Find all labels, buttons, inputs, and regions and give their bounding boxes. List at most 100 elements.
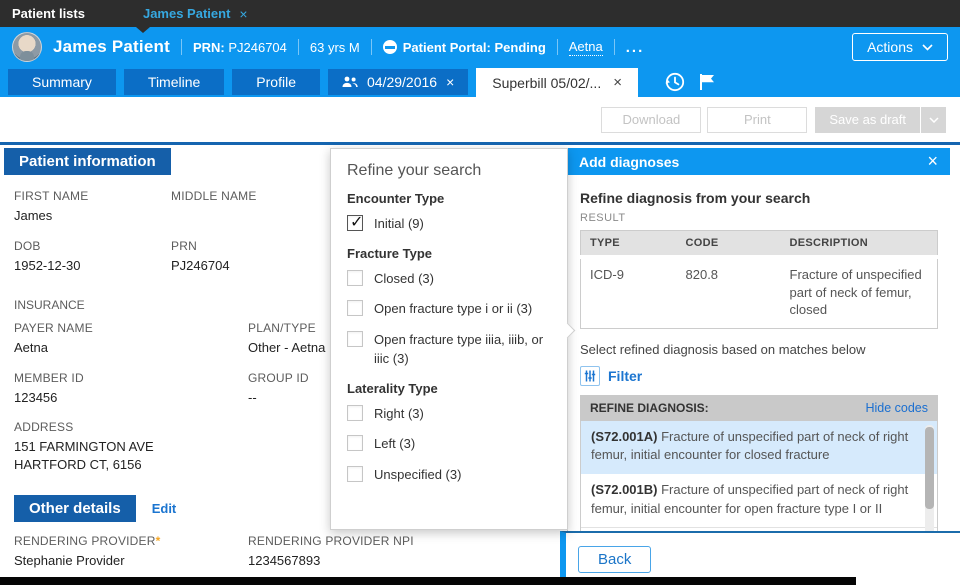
top-tab-bar: Patient lists James Patient × (0, 0, 960, 33)
patient-name: James Patient (53, 37, 170, 56)
tab-superbill-active[interactable]: Superbill 05/02/... × (476, 68, 638, 97)
checkbox[interactable] (347, 300, 363, 316)
active-tab-notch (136, 27, 150, 33)
save-as-draft-group: Save as draft (815, 106, 946, 133)
close-icon[interactable]: × (239, 6, 247, 22)
checkbox-row-right[interactable]: Right (3) (347, 404, 551, 424)
checkbox[interactable] (347, 269, 363, 286)
field-dob: DOB 1952-12-30 (14, 239, 171, 275)
flag-icon (699, 74, 714, 90)
patient-tab-row: Summary Timeline Profile 04/29/2016 × Su… (0, 67, 960, 97)
field-value: James (14, 208, 53, 223)
checkbox-row-open-i-ii[interactable]: Open fracture type i or ii (3) (347, 300, 551, 319)
scrollbar-track[interactable] (925, 424, 934, 531)
divider (180, 39, 182, 55)
checkbox-row-closed[interactable]: Closed (3) (347, 269, 551, 289)
chevron-down-icon (928, 116, 939, 123)
diagnosis-list-item[interactable]: (S72.001A) Fracture of unspecified part … (581, 420, 937, 475)
checkbox-row-unspecified[interactable]: Unspecified (3) (347, 465, 551, 485)
diagnosis-code: (S72.001B) (591, 482, 658, 498)
field-label: DOB (14, 238, 41, 253)
field-payer-name: PAYER NAME Aetna (14, 321, 248, 357)
add-diagnoses-body: Refine diagnosis from your search RESULT… (567, 175, 950, 531)
portal-status-text: Patient Portal: Pending (402, 39, 546, 55)
result-code: 820.8 (685, 267, 719, 282)
tab-timeline[interactable]: Timeline (123, 69, 225, 95)
app-window: Patient lists James Patient × James Pati… (0, 0, 960, 585)
superbill-label: Superbill 05/02/... (492, 74, 602, 91)
field-value: 123456 (14, 389, 58, 405)
col-header-description: DESCRIPTION (780, 230, 938, 259)
checkbox[interactable] (347, 465, 363, 482)
address-line-1: 151 FARMINGTON AVE (14, 439, 154, 455)
patient-lists-link[interactable]: Patient lists (12, 6, 85, 21)
print-button[interactable]: Print (707, 106, 808, 133)
result-type: ICD-9 (590, 267, 624, 282)
diagnosis-list-item[interactable]: (S72.001B) Fracture of unspecified part … (581, 474, 937, 529)
field-value: 1952-12-30 (14, 257, 81, 273)
history-icon (665, 72, 685, 92)
tab-summary[interactable]: Summary (8, 69, 116, 95)
save-options-caret[interactable] (920, 106, 946, 133)
refine-search-popup: Refine your search Encounter Type Initia… (330, 148, 576, 530)
field-value: 1234567893 (248, 553, 321, 569)
checkbox-label: Closed (3) (374, 270, 434, 286)
encounter-date: 04/29/2016 (366, 74, 438, 90)
prn-label: PRN: (192, 39, 225, 55)
chevron-down-icon (922, 43, 933, 51)
checkbox-row-initial[interactable]: Initial (9) (347, 212, 551, 234)
bottom-bar (0, 577, 856, 585)
checkbox[interactable] (347, 330, 363, 347)
field-label: RENDERING PROVIDER NPI (248, 534, 414, 549)
close-icon[interactable]: × (927, 151, 938, 172)
back-button[interactable]: Back (578, 545, 652, 573)
save-as-draft-button[interactable]: Save as draft (815, 106, 920, 133)
divider (370, 39, 372, 55)
field-value: Aetna (14, 340, 48, 356)
result-description: Fracture of unspecified part of neck of … (789, 267, 922, 318)
tab-profile[interactable]: Profile (232, 69, 320, 95)
other-details-title: Other details (14, 495, 136, 523)
prn-value: PJ246704 (228, 39, 287, 55)
insurance-link[interactable]: Aetna (568, 39, 603, 56)
avatar[interactable] (12, 32, 42, 62)
checkbox[interactable] (347, 435, 363, 451)
patient-header: James Patient PRN: PJ246704 63 yrs M Pat… (0, 27, 960, 67)
required-mark: * (155, 534, 161, 549)
checkbox-row-open-iiia[interactable]: Open fracture type iiia, iiib, or iiic (… (347, 330, 551, 369)
checkbox-row-left[interactable]: Left (3) (347, 435, 551, 454)
actions-button[interactable]: Actions (852, 33, 948, 61)
close-icon[interactable]: × (613, 74, 622, 91)
diagnosis-list: (S72.001A) Fracture of unspecified part … (580, 420, 938, 531)
checkbox[interactable] (347, 212, 363, 232)
top-tab-label: James Patient (142, 6, 231, 21)
checkbox-label: Initial (9) (374, 216, 424, 231)
download-button[interactable]: Download (601, 106, 702, 133)
refine-diagnosis-label: REFINE DIAGNOSIS: (590, 400, 709, 415)
close-icon[interactable]: × (446, 69, 454, 95)
hide-codes-link[interactable]: Hide codes (865, 401, 928, 415)
result-table: TYPE CODE DESCRIPTION ICD-9 820.8 Fractu… (580, 230, 938, 329)
field-rendering-provider: RENDERING PROVIDER* Stephanie Provider (14, 534, 248, 570)
field-address: ADDRESS 151 FARMINGTON AVE HARTFORD CT, … (14, 420, 248, 473)
tab-encounter[interactable]: 04/29/2016 × (327, 69, 469, 95)
scrollbar-thumb[interactable] (925, 426, 934, 509)
no-entry-icon (382, 40, 397, 54)
checkbox[interactable] (347, 404, 363, 421)
filter-button[interactable]: Filter (580, 365, 938, 386)
checkbox-label: Open fracture type iiia, iiib, or iiic (… (374, 331, 544, 367)
edit-other-details-link[interactable]: Edit (152, 501, 177, 516)
patient-portal-status: Patient Portal: Pending (382, 39, 546, 55)
divider (297, 39, 299, 55)
field-label: PAYER NAME (14, 321, 93, 336)
field-first-name: FIRST NAME James (14, 189, 171, 225)
field-value: Stephanie Provider (14, 553, 125, 569)
superbill-content: Patient information FIRST NAME James MID… (0, 142, 960, 585)
filter-sliders-icon (580, 365, 600, 386)
more-options-button[interactable]: ... (626, 39, 645, 56)
col-header-type: TYPE (580, 230, 677, 259)
history-button[interactable] (664, 71, 686, 93)
top-tab-james-patient[interactable]: James Patient × (143, 6, 248, 22)
flag-button[interactable] (698, 73, 718, 91)
superbill-toolbar: Download Print Save as draft (0, 97, 960, 142)
